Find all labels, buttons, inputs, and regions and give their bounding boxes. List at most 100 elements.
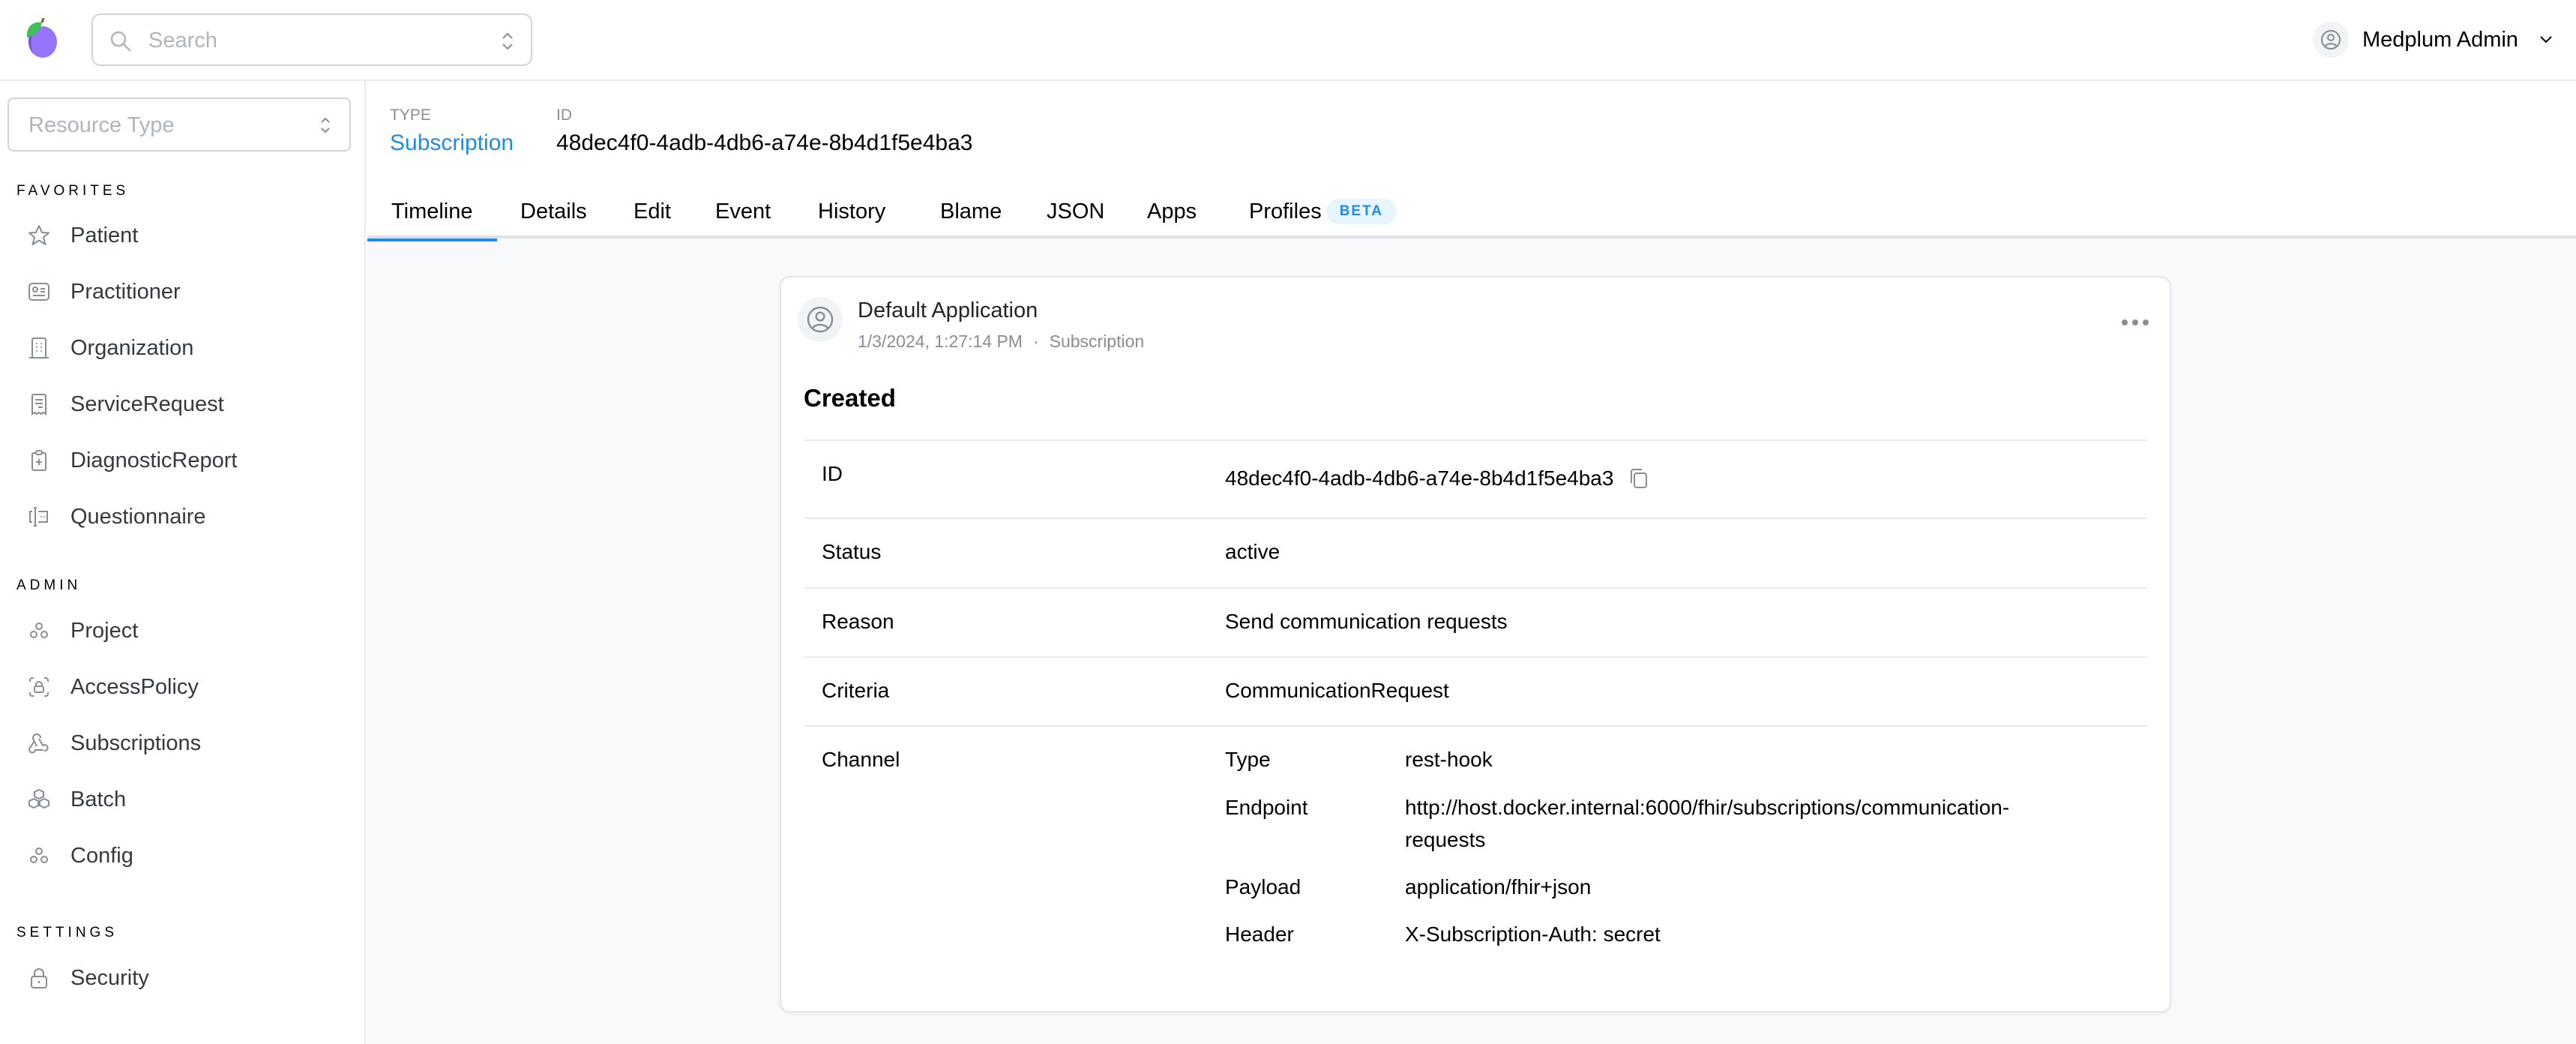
selector-icon [321, 117, 330, 134]
tab-event[interactable]: Event [691, 184, 795, 238]
resource-fields: ID 48dec4f0-4adb-4db6-a74e-8b4d1f5e4ba3 … [804, 440, 2147, 973]
meta-separator: · [1032, 332, 1039, 351]
main-content: TYPE ID Subscription 48dec4f0-4adb-4db6-… [367, 82, 2576, 1044]
resource-type-link[interactable]: Subscription [390, 130, 514, 156]
lock-icon [25, 964, 52, 992]
sidebar-item-questionnaire[interactable]: Questionnaire [25, 494, 355, 539]
top-bar: Search Medplum Admin [0, 0, 2576, 81]
chevron-down-icon [2540, 36, 2552, 44]
field-key: Reason [822, 610, 894, 633]
section-admin: ADMIN [16, 578, 82, 593]
field-value-text: 48dec4f0-4adb-4db6-a74e-8b4d1f5e4ba3 [1225, 466, 1614, 490]
field-row-channel: Channel Type rest-hook Endpoint http://h… [804, 725, 2147, 973]
event-timestamp[interactable]: 1/3/2024, 1:27:14 PM [858, 332, 1023, 351]
resource-id: 48dec4f0-4adb-4db6-a74e-8b4d1f5e4ba3 [556, 130, 973, 155]
sidebar-item-accesspolicy[interactable]: AccessPolicy [25, 664, 355, 710]
tab-bar: Timeline Details Edit Event History Blam… [367, 184, 2576, 242]
section-settings: SETTINGS [16, 925, 118, 940]
channel-value: X-Subscription-Auth: secret [1405, 922, 1661, 946]
tab-edit[interactable]: Edit [610, 184, 695, 238]
field-value: CommunicationRequest [1225, 679, 1449, 702]
user-name: Medplum Admin [2362, 27, 2518, 52]
user-circle-icon [807, 306, 834, 333]
sidebar-item-label: Subscriptions [70, 730, 202, 755]
medplum-logo-icon[interactable] [22, 18, 60, 58]
field-value: 48dec4f0-4adb-4db6-a74e-8b4d1f5e4ba3 [1225, 466, 1649, 490]
search-placeholder: Search [148, 28, 217, 52]
sidebar-item-label: AccessPolicy [70, 674, 199, 699]
field-row-criteria: Criteria CommunicationRequest [804, 656, 2147, 725]
author-avatar[interactable] [798, 297, 843, 342]
event-meta: 1/3/2024, 1:27:14 PM · Subscription [858, 332, 1144, 352]
sidebar-item-config[interactable]: Config [25, 833, 355, 878]
tab-blame[interactable]: Blame [916, 184, 1026, 238]
user-avatar [2313, 22, 2349, 58]
circles-icon [25, 617, 52, 644]
lock-access-icon [25, 674, 52, 700]
forms-icon [25, 503, 52, 530]
resource-type-input[interactable]: Resource Type [7, 98, 351, 152]
field-key: Channel [822, 748, 900, 771]
id-label: ID [556, 106, 572, 124]
webhook-icon [25, 730, 52, 757]
dot-icon [2122, 320, 2128, 326]
channel-key: Endpoint [1225, 796, 1308, 819]
field-row-reason: Reason Send communication requests [804, 587, 2147, 656]
search-input[interactable]: Search [91, 14, 532, 66]
channel-value: rest-hook [1405, 748, 1493, 771]
tab-profiles[interactable]: Profiles BETA [1225, 184, 1421, 238]
field-row-status: Status active [804, 518, 2147, 587]
sidebar-item-label: Config [70, 843, 133, 868]
tab-profiles-label: Profiles [1249, 199, 1322, 224]
search-icon [110, 31, 131, 52]
user-circle-icon [2321, 30, 2341, 50]
sidebar-item-organization[interactable]: Organization [25, 326, 355, 370]
tab-json[interactable]: JSON [1023, 184, 1128, 238]
sidebar-item-project[interactable]: Project [25, 608, 355, 653]
tab-apps[interactable]: Apps [1123, 184, 1221, 238]
sidebar-item-label: Security [70, 965, 149, 990]
sidebar-item-label: Batch [70, 787, 127, 812]
sidebar-item-security[interactable]: Security [25, 956, 355, 1000]
field-value: active [1225, 540, 1281, 563]
receipt-icon [25, 391, 52, 418]
event-title: Created [804, 384, 896, 412]
sidebar-item-label: Practitioner [70, 279, 181, 304]
field-key: Criteria [822, 679, 890, 702]
dot-icon [2143, 320, 2149, 326]
sidebar-item-label: Project [70, 618, 139, 643]
sidebar-item-diagnosticreport[interactable]: DiagnosticReport [25, 438, 355, 483]
copy-icon[interactable] [1628, 467, 1649, 490]
tab-history[interactable]: History [794, 184, 909, 238]
sidebar: Resource Type FAVORITES Patient Practiti… [0, 81, 366, 1044]
user-menu-button[interactable]: Medplum Admin [2313, 22, 2553, 58]
sidebar-item-label: Patient [70, 223, 139, 248]
sidebar-item-patient[interactable]: Patient [25, 213, 355, 258]
type-label: TYPE [390, 106, 431, 124]
tab-timeline[interactable]: Timeline [367, 184, 497, 242]
beta-badge: BETA [1325, 199, 1397, 224]
sidebar-item-servicerequest[interactable]: ServiceRequest [25, 382, 355, 427]
sidebar-item-practitioner[interactable]: Practitioner [25, 269, 355, 314]
field-key: Status [822, 540, 882, 563]
id-card-icon [25, 278, 52, 305]
sidebar-item-batch[interactable]: Batch [25, 777, 355, 822]
sidebar-item-label: Organization [70, 335, 194, 360]
sidebar-item-label: Questionnaire [70, 504, 206, 529]
channel-key: Header [1225, 922, 1294, 946]
field-value: Send communication requests [1225, 610, 1508, 633]
event-resource-type: Subscription [1049, 332, 1145, 351]
sidebar-item-label: ServiceRequest [70, 392, 224, 416]
sidebar-item-subscriptions[interactable]: Subscriptions [25, 721, 355, 766]
circles-icon [25, 842, 52, 869]
building-icon [25, 334, 52, 362]
star-icon [25, 222, 52, 249]
tab-details[interactable]: Details [496, 184, 611, 238]
more-actions-button[interactable] [2122, 320, 2149, 326]
author-name[interactable]: Default Application [858, 298, 1038, 323]
channel-key: Type [1225, 748, 1271, 771]
resource-type-placeholder: Resource Type [28, 113, 175, 137]
boxes-icon [25, 786, 52, 813]
channel-key: Payload [1225, 875, 1301, 898]
channel-value: application/fhir+json [1405, 875, 1592, 898]
